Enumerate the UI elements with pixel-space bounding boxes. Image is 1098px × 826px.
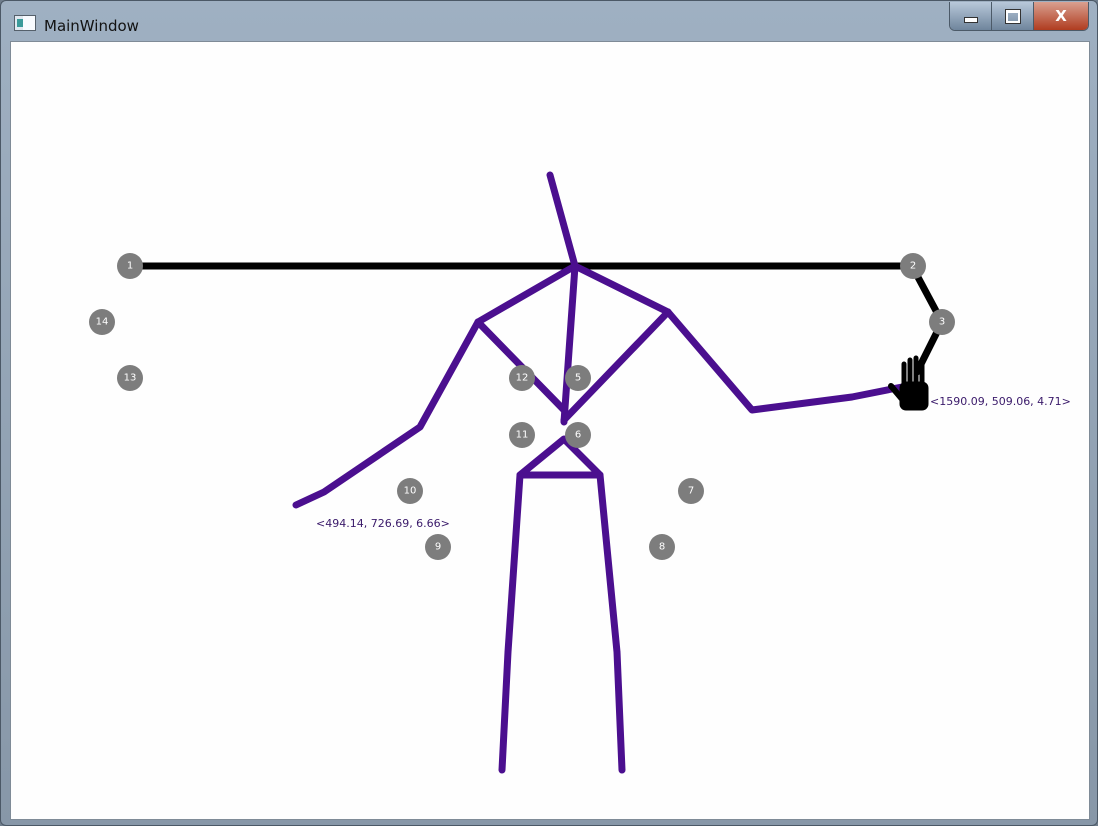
- joint-1[interactable]: 1: [117, 253, 143, 279]
- close-icon: X: [1055, 7, 1067, 25]
- left-hand-coordinates: <494.14, 726.69, 6.66>: [316, 517, 450, 530]
- joint-10[interactable]: 10: [397, 478, 423, 504]
- window-controls: X: [949, 2, 1089, 31]
- skeleton-left-arm: [292, 318, 482, 509]
- right-hand-coordinates: <1590.09, 509.06, 4.71>: [930, 395, 1071, 408]
- joint-6-label: 6: [575, 430, 581, 441]
- window-title: MainWindow: [44, 17, 139, 35]
- joint-5[interactable]: 5: [565, 365, 591, 391]
- joint-1-label: 1: [127, 261, 133, 272]
- joint-12-label: 12: [516, 373, 529, 384]
- skeleton-right-shoulder: [571, 262, 672, 316]
- joint-2-label: 2: [910, 261, 916, 272]
- maximize-icon: [1005, 9, 1020, 23]
- skeleton-spine: [560, 262, 579, 426]
- skeleton-head: [546, 171, 579, 270]
- joint-3[interactable]: 3: [929, 309, 955, 335]
- joint-5-label: 5: [575, 373, 581, 384]
- joint-14[interactable]: 14: [89, 309, 115, 335]
- close-button[interactable]: X: [1034, 2, 1088, 30]
- title-bar[interactable]: MainWindow X: [1, 1, 1097, 41]
- joint-9-label: 9: [435, 542, 441, 553]
- joint-12[interactable]: 12: [509, 365, 535, 391]
- skeleton-left-leg: [498, 471, 524, 774]
- joint-14-label: 14: [96, 317, 109, 328]
- main-window: MainWindow X 1 2 3 5 6 7 8 9 10 11 12 13…: [0, 0, 1098, 826]
- joint-9[interactable]: 9: [425, 534, 451, 560]
- joint-11[interactable]: 11: [509, 422, 535, 448]
- joint-7[interactable]: 7: [678, 478, 704, 504]
- skeleton-right-leg: [596, 471, 626, 774]
- joint-11-label: 11: [516, 430, 529, 441]
- connector-lines: [126, 262, 946, 376]
- joint-13-label: 13: [124, 373, 137, 384]
- joint-7-label: 7: [688, 486, 694, 497]
- joint-10-label: 10: [404, 486, 417, 497]
- joint-13[interactable]: 13: [117, 365, 143, 391]
- minimize-icon: [963, 17, 978, 23]
- skeleton-canvas: 1 2 3 5 6 7 8 9 10 11 12 13 14 <494.14, …: [89, 171, 1071, 774]
- hand-cursor-icon: [888, 355, 929, 411]
- minimize-button[interactable]: [950, 2, 992, 30]
- drawing-canvas[interactable]: 1 2 3 5 6 7 8 9 10 11 12 13 14 <494.14, …: [10, 41, 1090, 820]
- joint-8[interactable]: 8: [649, 534, 675, 560]
- window-app-icon[interactable]: [14, 15, 36, 31]
- joint-2[interactable]: 2: [900, 253, 926, 279]
- maximize-button[interactable]: [992, 2, 1034, 30]
- joint-3-label: 3: [939, 317, 945, 328]
- joint-8-label: 8: [659, 542, 665, 553]
- skeleton-left-shoulder: [474, 262, 579, 326]
- skeleton-right-arm: [664, 308, 906, 414]
- joint-6[interactable]: 6: [565, 422, 591, 448]
- skeleton-pelvis: [516, 435, 604, 479]
